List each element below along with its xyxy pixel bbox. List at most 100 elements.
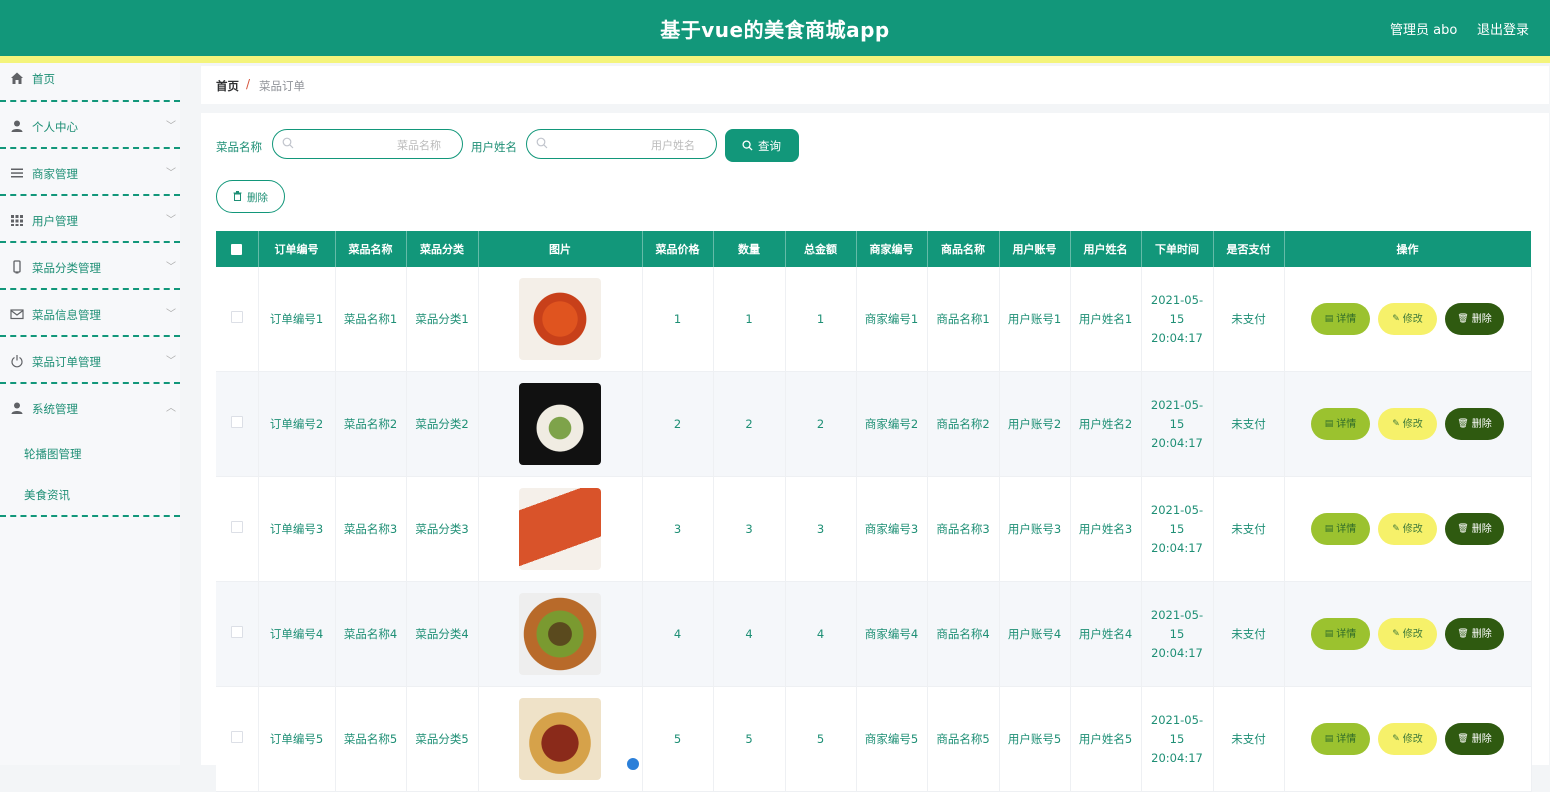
sidebar-item-dish-info[interactable]: 菜品信息管理 ﹀ (0, 290, 180, 337)
breadcrumb: 首页 / 菜品订单 (201, 66, 1549, 104)
delete-button[interactable]: 🗑 删除 (1445, 618, 1504, 650)
sidebar-item-merchant[interactable]: 商家管理 ﹀ (0, 149, 180, 196)
row-checkbox[interactable] (230, 730, 243, 743)
dish-image (519, 488, 601, 570)
order-number-cell: 订单编号1 (258, 267, 336, 372)
user-name-cell: 用户姓名1 (1070, 267, 1142, 372)
detail-button[interactable]: ▤ 详情 (1311, 723, 1370, 755)
document-icon: ▤ (1324, 628, 1334, 639)
delete-button[interactable]: 🗑 删除 (1445, 303, 1504, 335)
table-row: 订单编号4 菜品名称4 菜品分类4 4 4 4 商家编号4 商品名称4 用户账号… (216, 581, 1532, 687)
trash-icon: 🗑 (1457, 313, 1469, 324)
edit-label: 修改 (1402, 418, 1423, 430)
sidebar-item-system[interactable]: 系统管理 ︿ (0, 384, 180, 431)
column-header: 菜品分类 (406, 231, 479, 267)
row-select-cell[interactable] (216, 371, 259, 477)
row-checkbox[interactable] (230, 625, 243, 638)
select-all-checkbox[interactable] (231, 244, 243, 255)
order-time-cell: 2021-05-15 20:04:17 (1141, 267, 1214, 372)
edit-label: 修改 (1402, 523, 1423, 535)
total-cell: 5 (785, 686, 857, 792)
column-header: 商家编号 (856, 231, 928, 267)
select-all-cell[interactable] (216, 231, 259, 267)
sidebar-item-label: 菜品信息管理 (32, 308, 101, 322)
quantity-cell: 2 (713, 371, 786, 477)
paid-status-cell: 未支付 (1213, 581, 1285, 687)
sidebar-item-home[interactable]: 首页 (0, 63, 180, 102)
column-header: 用户姓名 (1070, 231, 1142, 267)
quantity-cell: 5 (713, 686, 786, 792)
row-select-cell[interactable] (216, 267, 259, 372)
row-select-cell[interactable] (216, 476, 259, 582)
edit-button[interactable]: ✎ 修改 (1378, 513, 1437, 545)
logout-link[interactable]: 退出登录 (1477, 19, 1529, 38)
detail-button[interactable]: ▤ 详情 (1311, 513, 1370, 545)
merchant-number-cell: 商家编号5 (856, 686, 928, 792)
dish-name-search[interactable] (272, 129, 463, 159)
order-time-cell: 2021-05-15 20:04:17 (1141, 371, 1214, 477)
pencil-icon: ✎ (1392, 523, 1400, 534)
trash-icon: 🗑 (1457, 418, 1469, 429)
goods-name-cell: 商品名称2 (927, 371, 1000, 477)
dish-name-input[interactable] (299, 134, 443, 156)
edit-button[interactable]: ✎ 修改 (1378, 618, 1437, 650)
user-account-cell: 用户账号3 (999, 476, 1071, 582)
sidebar-item-label: 首页 (32, 72, 55, 86)
image-cell (478, 686, 643, 792)
image-cell (478, 581, 643, 687)
scroll-indicator (627, 758, 639, 770)
sidebar-item-users[interactable]: 用户管理 ﹀ (0, 196, 180, 243)
dish-image (519, 698, 601, 780)
sidebar-item-label: 菜品订单管理 (32, 355, 101, 369)
dish-category-cell: 菜品分类3 (406, 476, 479, 582)
column-header: 操作 (1284, 231, 1532, 267)
quantity-cell: 4 (713, 581, 786, 687)
query-button[interactable]: 查询 (725, 129, 799, 162)
price-cell: 1 (642, 267, 714, 372)
row-checkbox[interactable] (230, 310, 243, 323)
detail-button[interactable]: ▤ 详情 (1311, 408, 1370, 440)
order-time-cell: 2021-05-15 20:04:17 (1141, 581, 1214, 687)
breadcrumb-home[interactable]: 首页 (216, 78, 239, 94)
delete-button[interactable]: 🗑 删除 (1445, 408, 1504, 440)
delete-label: 删除 (1471, 313, 1492, 325)
actions-cell: ▤ 详情 ✎ 修改 🗑 删除 (1284, 476, 1532, 582)
image-cell (478, 476, 643, 582)
paid-status-cell: 未支付 (1213, 686, 1285, 792)
user-name-input[interactable] (553, 134, 697, 156)
row-select-cell[interactable] (216, 581, 259, 687)
edit-button[interactable]: ✎ 修改 (1378, 723, 1437, 755)
detail-label: 详情 (1336, 523, 1357, 535)
delete-button[interactable]: 🗑 删除 (1445, 513, 1504, 545)
edit-button[interactable]: ✎ 修改 (1378, 408, 1437, 440)
sidebar-item-dish-orders[interactable]: 菜品订单管理 ﹀ (0, 337, 180, 384)
order-number-cell: 订单编号2 (258, 371, 336, 477)
row-checkbox[interactable] (230, 520, 243, 533)
detail-button[interactable]: ▤ 详情 (1311, 303, 1370, 335)
row-checkbox[interactable] (230, 415, 243, 428)
column-header: 订单编号 (258, 231, 336, 267)
batch-delete-label: 删除 (247, 192, 268, 204)
edit-button[interactable]: ✎ 修改 (1378, 303, 1437, 335)
sidebar-item-profile[interactable]: 个人中心 ﹀ (0, 102, 180, 149)
detail-button[interactable]: ▤ 详情 (1311, 618, 1370, 650)
sidebar-subitem-carousel[interactable]: 轮播图管理 (24, 446, 82, 462)
trash-icon: 🗑 (1457, 628, 1469, 639)
sidebar-item-dish-category[interactable]: 菜品分类管理 ﹀ (0, 243, 180, 290)
grid-icon (11, 215, 23, 226)
sidebar-item-label: 系统管理 (32, 402, 78, 416)
sidebar-subitem-news[interactable]: 美食资讯 (24, 487, 70, 503)
table-row: 订单编号3 菜品名称3 菜品分类3 3 3 3 商家编号3 商品名称3 用户账号… (216, 476, 1532, 582)
row-select-cell[interactable] (216, 686, 259, 792)
delete-button[interactable]: 🗑 删除 (1445, 723, 1504, 755)
merchant-number-cell: 商家编号3 (856, 476, 928, 582)
delete-label: 删除 (1471, 628, 1492, 640)
user-name-search[interactable] (526, 129, 717, 159)
table-header-row: 订单编号 菜品名称 菜品分类 图片 菜品价格 数量 总金额 商家编号 商品名称 … (216, 231, 1532, 267)
actions-cell: ▤ 详情 ✎ 修改 🗑 删除 (1284, 686, 1532, 792)
order-time-cell: 2021-05-15 20:04:17 (1141, 686, 1214, 792)
goods-name-cell: 商品名称3 (927, 476, 1000, 582)
user-account-cell: 用户账号2 (999, 371, 1071, 477)
actions-cell: ▤ 详情 ✎ 修改 🗑 删除 (1284, 581, 1532, 687)
batch-delete-button[interactable]: 删除 (216, 180, 285, 213)
